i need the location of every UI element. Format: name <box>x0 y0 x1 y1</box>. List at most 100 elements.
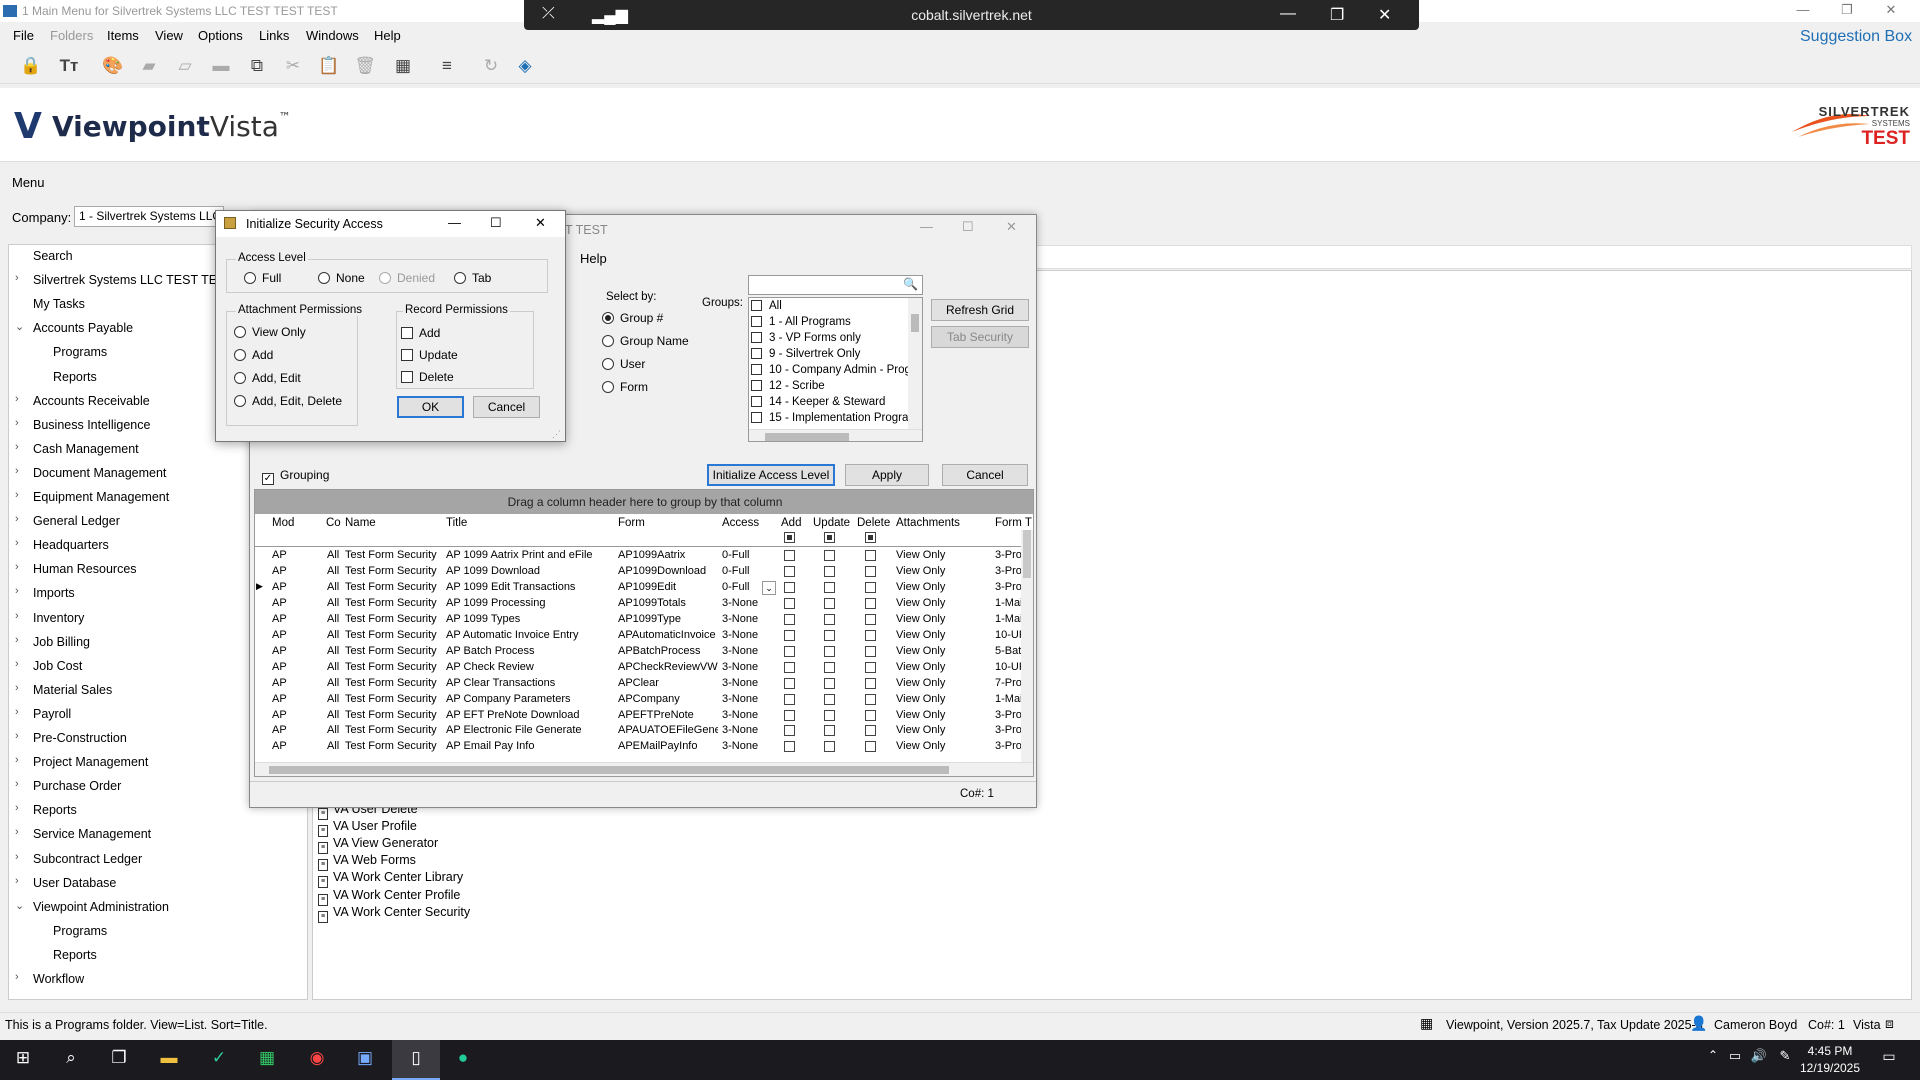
scroll-thumb[interactable] <box>911 314 919 332</box>
access-denied-radio[interactable]: Denied <box>379 271 435 285</box>
delete-checkbox[interactable] <box>865 581 876 593</box>
program-list-item[interactable]: ≡ VA User Profile <box>318 819 417 838</box>
access-tab-radio[interactable]: Tab <box>454 271 491 285</box>
chevron-right-icon[interactable]: › <box>15 537 19 549</box>
update-checkbox[interactable] <box>824 645 835 657</box>
group-item[interactable]: 1 - All Programs <box>751 316 851 332</box>
menu-help[interactable]: Help <box>374 28 401 43</box>
menu-options[interactable]: Options <box>198 28 243 43</box>
checkbox-icon[interactable] <box>751 364 762 375</box>
add-checkbox[interactable] <box>784 709 795 721</box>
select-by-form[interactable]: Form <box>602 380 648 394</box>
cell-access[interactable]: 0-Full <box>722 549 762 561</box>
update-checkbox[interactable] <box>824 725 835 737</box>
chevron-right-icon[interactable]: › <box>15 561 19 573</box>
col-access[interactable]: Access <box>722 517 759 529</box>
table-row[interactable]: AP All Test Form Security AP 1099 Processin… <box>255 596 1021 612</box>
delete-checkbox[interactable] <box>865 677 876 689</box>
add-checkbox[interactable] <box>784 661 795 673</box>
copy-icon[interactable]: ⧉ <box>244 56 270 78</box>
group-item[interactable]: 3 - VP Forms only <box>751 332 861 348</box>
restore-icon[interactable]: ❐ <box>1830 2 1864 20</box>
update-checkbox[interactable] <box>824 677 835 689</box>
cell-access[interactable]: 3-None <box>722 709 762 721</box>
chevron-right-icon[interactable]: › <box>15 585 19 597</box>
checkbox-icon[interactable] <box>751 316 762 327</box>
dialog-minimize-icon[interactable]: — <box>448 215 461 230</box>
col-update[interactable]: Update <box>813 517 850 529</box>
chevron-right-icon[interactable]: › <box>15 778 19 790</box>
add-checkbox[interactable] <box>784 645 795 657</box>
remote-restore-icon[interactable]: ❐ <box>1330 5 1344 25</box>
cell-access[interactable]: 0-Full <box>722 581 762 593</box>
add-checkbox[interactable] <box>784 693 795 705</box>
group-item[interactable]: All <box>751 300 782 316</box>
tray-volume-icon[interactable]: 🔊 <box>1746 1048 1772 1072</box>
cell-access[interactable]: 3-None <box>722 597 762 609</box>
table-row[interactable]: AP All Test Form Security AP 1099 Types AP10… <box>255 612 1021 628</box>
delete-checkbox[interactable] <box>865 565 876 577</box>
add-checkbox[interactable] <box>784 677 795 689</box>
checkbox-icon[interactable] <box>751 348 762 359</box>
chevron-right-icon[interactable]: › <box>15 417 19 429</box>
table-row[interactable]: AP All Test Form Security AP EFT PreNote Do… <box>255 708 1021 724</box>
program-list-item[interactable]: ≡ VA Work Center Library <box>318 870 463 889</box>
menu-links[interactable]: Links <box>259 28 289 43</box>
chevron-right-icon[interactable]: › <box>15 875 19 887</box>
col-form[interactable]: Form <box>618 517 645 529</box>
windows-start-icon[interactable]: ⊞ <box>10 1048 36 1072</box>
chevron-down-icon[interactable]: ⌄ <box>15 320 24 333</box>
record-add-checkbox[interactable]: Add <box>401 326 440 340</box>
paste-icon[interactable]: 📋 <box>316 56 342 78</box>
add-checkbox[interactable] <box>784 581 795 593</box>
sec-restore-icon[interactable]: ☐ <box>962 219 974 235</box>
col-title[interactable]: Title <box>446 517 467 529</box>
file-explorer-icon[interactable]: ▬ <box>156 1048 182 1072</box>
update-checkbox[interactable] <box>824 613 835 625</box>
add-checkbox[interactable] <box>784 550 795 561</box>
sort-icon[interactable]: ≡ <box>434 56 460 78</box>
sidebar-item[interactable]: Programs <box>9 921 307 943</box>
col-delete[interactable]: Delete <box>857 517 890 529</box>
resize-grip-icon[interactable]: ⋰ <box>552 429 561 440</box>
group-item[interactable]: 9 - Silvertrek Only <box>751 348 860 364</box>
update-checkbox[interactable] <box>824 709 835 721</box>
folder-icon[interactable]: ▬ <box>208 56 234 78</box>
chevron-right-icon[interactable]: › <box>15 610 19 622</box>
sidebar-item[interactable]: Reports <box>9 945 307 967</box>
checkbox-icon[interactable] <box>751 332 762 343</box>
update-checkbox[interactable] <box>824 661 835 673</box>
minimize-icon[interactable]: — <box>1786 2 1820 20</box>
update-checkbox[interactable] <box>824 629 835 641</box>
access-dropdown-icon[interactable]: ⌄ <box>762 580 776 595</box>
menu-view[interactable]: View <box>155 28 183 43</box>
menu-items[interactable]: Items <box>107 28 139 43</box>
cut-icon[interactable]: ✂ <box>280 56 306 78</box>
chevron-right-icon[interactable]: › <box>15 754 19 766</box>
table-row[interactable]: AP All Test Form Security AP Automatic Invo… <box>255 628 1021 644</box>
table-row[interactable]: AP All Test Form Security AP Check Review AP… <box>255 660 1021 676</box>
table-row[interactable]: AP All Test Form Security AP Clear Transact… <box>255 676 1021 692</box>
tab-security-button[interactable]: Tab Security <box>931 326 1029 348</box>
search-icon[interactable]: ⌕ <box>58 1048 84 1072</box>
chevron-right-icon[interactable]: › <box>15 851 19 863</box>
table-row[interactable]: AP All Test Form Security AP 1099 Download A… <box>255 564 1021 580</box>
delete-checkbox[interactable] <box>865 709 876 721</box>
open-folder-icon[interactable]: ▱ <box>172 56 198 78</box>
chevron-right-icon[interactable]: › <box>15 658 19 670</box>
scroll-thumb[interactable] <box>269 766 949 774</box>
add-checkbox[interactable] <box>784 629 795 641</box>
signal-bars-icon[interactable]: ▂▄▆ <box>592 5 628 25</box>
grid-vscroll[interactable] <box>1021 530 1033 762</box>
cell-access[interactable]: 3-None <box>722 677 762 689</box>
add-checkbox[interactable] <box>784 613 795 625</box>
group-item[interactable]: 10 - Company Admin - Progr <box>751 364 915 380</box>
access-none-radio[interactable]: None <box>318 271 365 285</box>
menu-file[interactable]: File <box>13 28 34 43</box>
chevron-right-icon[interactable]: › <box>15 393 19 405</box>
program-list-item[interactable]: ≡ VA Work Center Profile <box>318 888 460 906</box>
sidebar-item[interactable]: › Subcontract Ledger <box>9 849 307 871</box>
add-checkbox[interactable] <box>784 725 795 737</box>
record-update-checkbox[interactable]: Update <box>401 348 458 362</box>
update-checkbox[interactable] <box>824 597 835 609</box>
